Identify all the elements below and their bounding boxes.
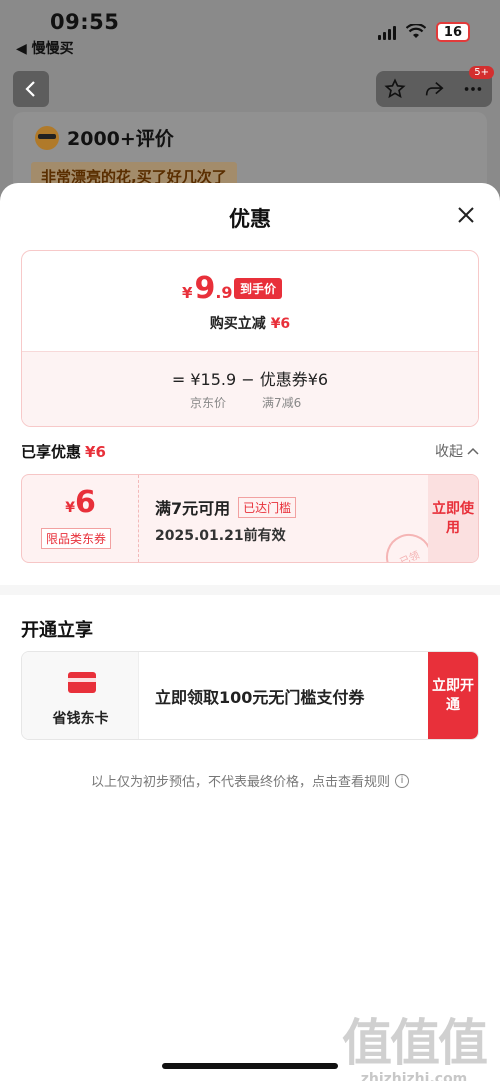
enjoyed-discount-row: 已享优惠 ¥6 收起 bbox=[21, 441, 479, 463]
cellular-signal-icon bbox=[377, 24, 396, 40]
jd-price-label: 京东价 bbox=[190, 396, 227, 410]
wifi-icon bbox=[405, 24, 426, 38]
home-indicator[interactable] bbox=[162, 1063, 338, 1069]
price-formula: = ¥15.9 − 优惠券¥6 bbox=[171, 370, 329, 389]
price-breakdown-card: ¥ 9 .9 到手价 购买立减 ¥6 = ¥15.9 − 优惠券¥6 京东价 满… bbox=[21, 250, 479, 427]
status-bar: 09:55 ◀ 慢慢买 16 bbox=[0, 0, 500, 60]
membership-card-promo: 省钱东卡 立即领取100元无门槛支付券 立即开通 bbox=[21, 651, 479, 740]
enjoyed-label-text: 已享优惠 bbox=[21, 443, 82, 461]
price-formula-section: = ¥15.9 − 优惠券¥6 京东价 满7减6 bbox=[22, 351, 478, 426]
discount-sheet: 优惠 ¥ 9 .9 到手价 购买立减 ¥6 = ¥15.9 − 优惠券¥6 京东… bbox=[0, 183, 500, 1081]
close-icon[interactable] bbox=[454, 203, 478, 227]
coupon-condition-text: 满7元可用 bbox=[155, 499, 231, 518]
coupon-expiry: 2025.01.21前有效 bbox=[155, 528, 286, 544]
discount-line: 购买立减 ¥6 bbox=[22, 313, 478, 333]
discount-amount: ¥6 bbox=[270, 316, 291, 332]
chevron-left-icon bbox=[25, 81, 35, 97]
review-title: 2000+评价 bbox=[35, 124, 174, 151]
watermark-logo: 值值值 bbox=[342, 1014, 488, 1072]
coupon-rule-label: 满7减6 bbox=[262, 396, 302, 410]
use-coupon-button[interactable]: 立即使用 bbox=[428, 475, 478, 562]
enjoyed-discount-label: 已享优惠 ¥6 bbox=[21, 441, 106, 462]
coupon-card: ¥6 限品类东券 满7元可用 已达门槛 2025.01.21前有效 已领 立即使… bbox=[21, 474, 479, 563]
coupon-value: ¥6 bbox=[22, 485, 139, 520]
final-price: ¥ 9 .9 bbox=[182, 271, 233, 306]
nav-back-button[interactable] bbox=[13, 71, 49, 107]
card-name: 省钱东卡 bbox=[52, 711, 109, 727]
share-icon[interactable] bbox=[423, 78, 445, 100]
credit-card-icon bbox=[68, 672, 96, 693]
message-count-badge: 5+ bbox=[469, 66, 494, 79]
final-price-tag: 到手价 bbox=[234, 278, 283, 299]
review-count: 2000+评价 bbox=[67, 128, 174, 150]
sunglasses-emoji-icon bbox=[35, 125, 59, 150]
coupon-value-section: ¥6 限品类东券 bbox=[22, 475, 139, 562]
price-integer: 9 bbox=[194, 271, 216, 306]
battery-indicator: 16 bbox=[435, 22, 470, 42]
watermark: 值值值 zhizhizhi.com bbox=[342, 1003, 488, 1081]
coupon-type-badge: 限品类东券 bbox=[41, 528, 112, 549]
chevron-up-icon bbox=[467, 447, 479, 455]
status-time: 09:55 bbox=[50, 10, 120, 34]
back-to-app-link[interactable]: ◀ 慢慢买 bbox=[16, 38, 74, 58]
section-divider bbox=[0, 585, 500, 595]
coupon-amount: 6 bbox=[74, 485, 96, 520]
collapse-toggle[interactable]: 收起 bbox=[435, 441, 479, 461]
more-icon[interactable] bbox=[462, 78, 484, 100]
watermark-url: zhizhizhi.com bbox=[360, 1071, 468, 1081]
card-info-section: 省钱东卡 bbox=[22, 652, 139, 739]
status-icons: 16 bbox=[377, 22, 470, 42]
discount-label: 购买立减 bbox=[209, 316, 266, 332]
enjoyed-amount: ¥6 bbox=[85, 443, 106, 461]
open-card-button[interactable]: 立即开通 bbox=[428, 652, 478, 739]
currency-symbol: ¥ bbox=[182, 284, 193, 302]
disclaimer-text: 以上仅为初步预估，不代表最终价格，点击查看规则 bbox=[90, 775, 390, 790]
info-icon: i bbox=[395, 773, 409, 788]
collapse-label: 收起 bbox=[435, 444, 463, 460]
price-decimal: .9 bbox=[215, 283, 233, 302]
card-promo-text: 立即领取100元无门槛支付券 bbox=[155, 688, 365, 707]
threshold-reached-tag: 已达门槛 bbox=[238, 496, 297, 518]
coupon-currency: ¥ bbox=[65, 500, 75, 516]
open-section-title: 开通立享 bbox=[21, 620, 93, 641]
coupon-condition: 满7元可用 已达门槛 bbox=[155, 495, 297, 519]
star-icon[interactable] bbox=[384, 78, 406, 100]
price-disclaimer-link[interactable]: 以上仅为初步预估，不代表最终价格，点击查看规则 i bbox=[0, 771, 500, 790]
final-price-section: ¥ 9 .9 到手价 购买立减 ¥6 bbox=[22, 251, 478, 351]
sheet-title: 优惠 bbox=[229, 207, 271, 231]
